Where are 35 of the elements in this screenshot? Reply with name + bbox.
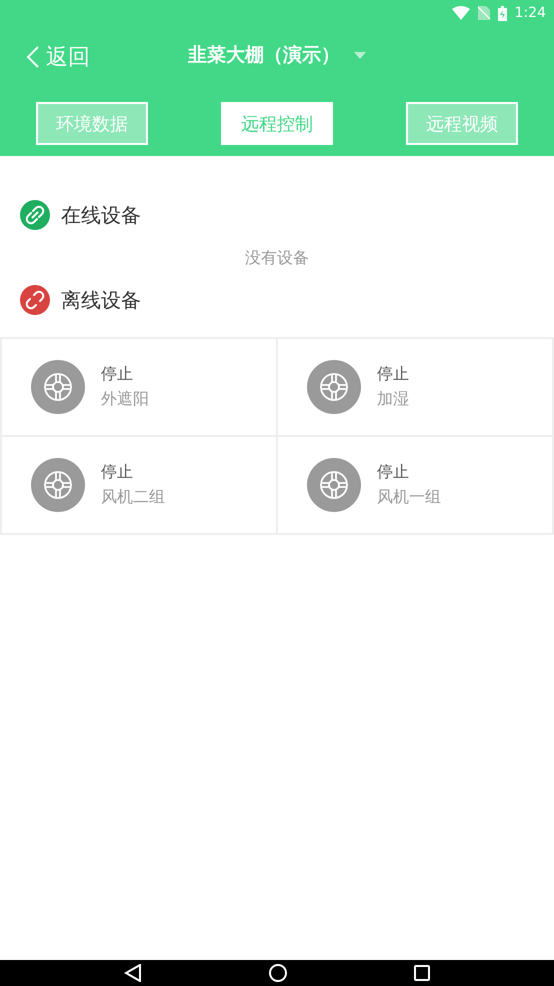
link-icon — [20, 200, 50, 230]
tab[interactable]: 环境数据 — [36, 102, 148, 145]
device-name: 风机二组 — [101, 487, 165, 508]
no-sim-icon — [478, 6, 490, 20]
empty-message: 没有设备 — [245, 248, 309, 269]
back-button[interactable]: 返回 — [0, 42, 90, 72]
device-card[interactable]: 停止 外遮阳 — [2, 339, 276, 435]
device-name: 加湿 — [377, 389, 409, 410]
wifi-icon — [452, 6, 470, 20]
section-title: 离线设备 — [61, 286, 141, 314]
dropdown-caret-icon — [354, 52, 366, 58]
wheel-icon — [31, 360, 85, 414]
back-nav-icon[interactable] — [124, 964, 142, 982]
device-name: 外遮阳 — [101, 389, 149, 410]
device-card[interactable]: 停止 加湿 — [278, 339, 552, 435]
device-status: 停止 — [101, 462, 134, 483]
tab[interactable]: 远程控制 — [221, 102, 333, 145]
broken-link-icon — [20, 285, 50, 315]
device-name: 风机一组 — [377, 487, 441, 508]
device-status: 停止 — [377, 462, 410, 483]
battery-icon — [498, 6, 507, 20]
device-card[interactable]: 停止 风机一组 — [278, 437, 552, 533]
recents-nav-icon[interactable] — [414, 965, 430, 981]
chevron-left-icon — [26, 45, 40, 69]
greenhouse-selector[interactable]: 韭菜大棚（演示） — [188, 38, 366, 72]
wheel-icon — [31, 458, 85, 512]
device-status: 停止 — [377, 364, 409, 385]
wheel-icon — [307, 458, 361, 512]
wheel-icon — [307, 360, 361, 414]
device-card[interactable]: 停止 风机二组 — [2, 437, 276, 533]
tab[interactable]: 远程视频 — [406, 102, 518, 145]
home-nav-icon[interactable] — [268, 964, 287, 982]
device-status: 停止 — [101, 364, 134, 385]
status-time: 1:24 — [514, 5, 546, 21]
section-title: 在线设备 — [61, 202, 141, 228]
